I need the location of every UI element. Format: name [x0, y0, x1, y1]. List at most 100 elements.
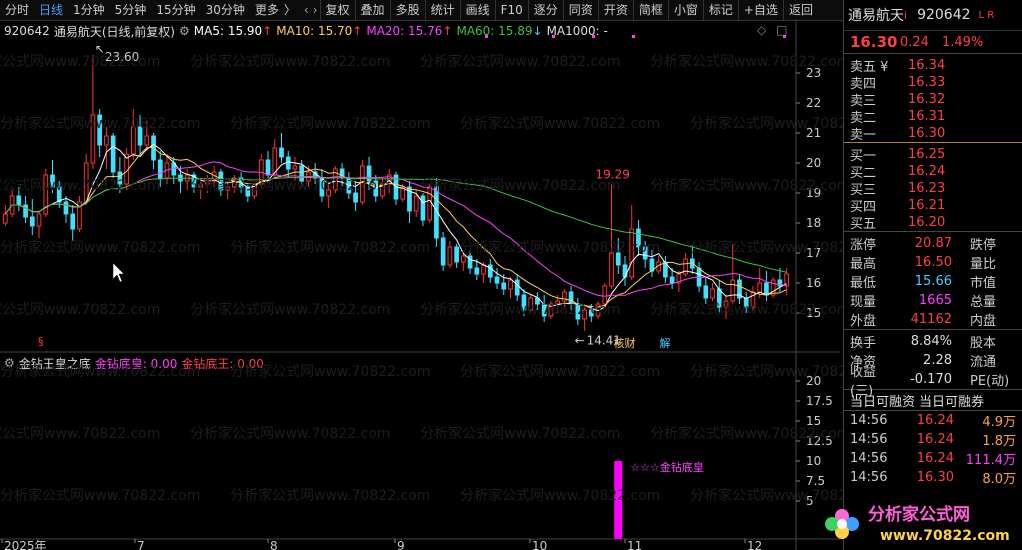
candle-body[interactable] [555, 300, 560, 305]
ask-row[interactable]: 卖一 16.30 [844, 125, 1022, 143]
candle-body[interactable] [716, 288, 722, 308]
signal-bar[interactable] [614, 461, 623, 539]
candle-body[interactable] [245, 186, 251, 197]
candle-body[interactable] [730, 279, 736, 302]
bid-row[interactable]: 买二 16.24 [844, 163, 1022, 181]
candle-body[interactable] [541, 303, 547, 317]
candle-body[interactable] [373, 180, 379, 197]
candle-body[interactable] [279, 147, 284, 158]
candle-body[interactable] [56, 186, 62, 203]
candle-body[interactable] [764, 282, 769, 296]
ask-row[interactable]: 卖五 ¥16.34 [844, 57, 1022, 75]
candle-body[interactable] [70, 213, 76, 230]
candle-body[interactable] [198, 183, 204, 188]
ask-row[interactable]: 卖三 16.32 [844, 91, 1022, 109]
tick-row[interactable]: 14:56 16.24 111.4万 [844, 449, 1022, 468]
toolbar-button-11[interactable]: 标记 [702, 0, 738, 20]
candle-body[interactable] [359, 165, 365, 203]
bid-row[interactable]: 买五 16.20 [844, 214, 1022, 232]
candle-body[interactable] [615, 252, 621, 266]
kline-chart[interactable]: 23 22 21 20 19 18 17 16 15 20 17.5 15 12.5 10 7.5 5 ↖23.… [0, 21, 840, 550]
candle-body[interactable] [90, 114, 96, 164]
candle-body[interactable] [36, 213, 42, 227]
candle-body[interactable] [144, 135, 150, 146]
candle-body[interactable] [487, 264, 493, 278]
candle-body[interactable] [521, 294, 527, 311]
candle-body[interactable] [50, 174, 55, 188]
candle-body[interactable] [703, 285, 709, 299]
candle-body[interactable] [642, 246, 648, 260]
candle-body[interactable] [137, 126, 143, 146]
candle-body[interactable] [97, 114, 103, 146]
candle-body[interactable] [326, 189, 332, 197]
candle-body[interactable] [447, 246, 453, 266]
candle-body[interactable] [750, 291, 756, 308]
candle-body[interactable] [494, 276, 500, 284]
indicator-gear-icon[interactable]: ⚙ [4, 356, 15, 370]
tick-list[interactable]: 14:56 16.24 4.9万 14:56 16.24 1.8万 14:56 16.24 11… [844, 411, 1022, 487]
toolbar-button-2[interactable]: 多股 [389, 0, 425, 20]
candle-body[interactable] [440, 237, 446, 266]
toolbar-button-9[interactable]: 简框 [632, 0, 668, 20]
bid-row[interactable]: 买三 16.23 [844, 180, 1022, 198]
ask-row[interactable]: 卖二 16.31 [844, 108, 1022, 126]
candle-body[interactable] [110, 135, 116, 173]
candle-body[interactable] [117, 171, 123, 185]
candle-body[interactable] [602, 285, 608, 305]
toolbar-button-0[interactable]: 复权 [319, 0, 355, 20]
candle-body[interactable] [636, 228, 641, 248]
toolbar-button-3[interactable]: 统计 [424, 0, 460, 20]
candle-body[interactable] [83, 162, 89, 203]
candle-body[interactable] [319, 177, 325, 197]
candle-body[interactable] [757, 282, 763, 293]
tab-5[interactable]: 30分钟 [201, 0, 250, 20]
info-mark[interactable]: i [904, 9, 907, 22]
square-icon[interactable]: □ [776, 23, 787, 37]
candle-body[interactable] [292, 165, 298, 170]
candle-body[interactable] [528, 297, 534, 311]
ask-row[interactable]: 卖四 16.33 [844, 74, 1022, 92]
candle-body[interactable] [29, 216, 35, 227]
toolbar-button-12[interactable]: +自选 [737, 0, 783, 20]
candle-body[interactable] [157, 159, 163, 179]
candle-body[interactable] [299, 165, 305, 182]
candle-body[interactable] [3, 213, 8, 224]
chart-options-icons[interactable]: ◇ □ [757, 23, 787, 37]
candle-body[interactable] [582, 309, 587, 320]
candle-body[interactable] [413, 195, 419, 212]
candle-body[interactable] [609, 252, 614, 287]
candle-body[interactable] [508, 279, 513, 290]
toolbar-button-6[interactable]: 逐分 [527, 0, 563, 20]
candle-body[interactable] [16, 195, 22, 206]
scroll-right-icon[interactable]: › [311, 3, 320, 17]
bid-row[interactable]: 买一 16.25 [844, 146, 1022, 164]
candle-body[interactable] [285, 156, 291, 170]
candle-body[interactable] [353, 192, 358, 203]
tab-2[interactable]: 1分钟 [68, 0, 110, 20]
settings-gear-icon[interactable]: ⚙ [179, 24, 190, 38]
toolbar-button-13[interactable]: 返回 [782, 0, 818, 20]
more-chevron-icon[interactable]: 〉 [284, 0, 302, 20]
toolbar-button-1[interactable]: 叠加 [354, 0, 390, 20]
candle-body[interactable] [474, 267, 480, 275]
tick-row[interactable]: 14:56 16.24 1.8万 [844, 430, 1022, 449]
tab-4[interactable]: 15分钟 [151, 0, 200, 20]
tab-6[interactable]: 更多 [250, 0, 284, 20]
candle-body[interactable] [265, 159, 271, 176]
toolbar-button-8[interactable]: 开资 [597, 0, 633, 20]
candle-body[interactable] [501, 282, 507, 290]
toolbar-button-4[interactable]: 画线 [459, 0, 495, 20]
candle-body[interactable] [629, 228, 635, 278]
candle-body[interactable] [225, 186, 230, 191]
tick-row[interactable]: 14:56 16.30 8.0万 [844, 468, 1022, 487]
candle-body[interactable] [63, 201, 69, 215]
toolbar-button-10[interactable]: 小窗 [667, 0, 703, 20]
toolbar-button-5[interactable]: F10 [494, 0, 528, 20]
candle-body[interactable] [454, 246, 459, 263]
candle-body[interactable] [481, 264, 486, 275]
candle-body[interactable] [568, 291, 574, 305]
candle-body[interactable] [460, 255, 466, 263]
candle-body[interactable] [427, 186, 433, 221]
candle-body[interactable] [420, 195, 426, 221]
candle-body[interactable] [588, 309, 594, 317]
